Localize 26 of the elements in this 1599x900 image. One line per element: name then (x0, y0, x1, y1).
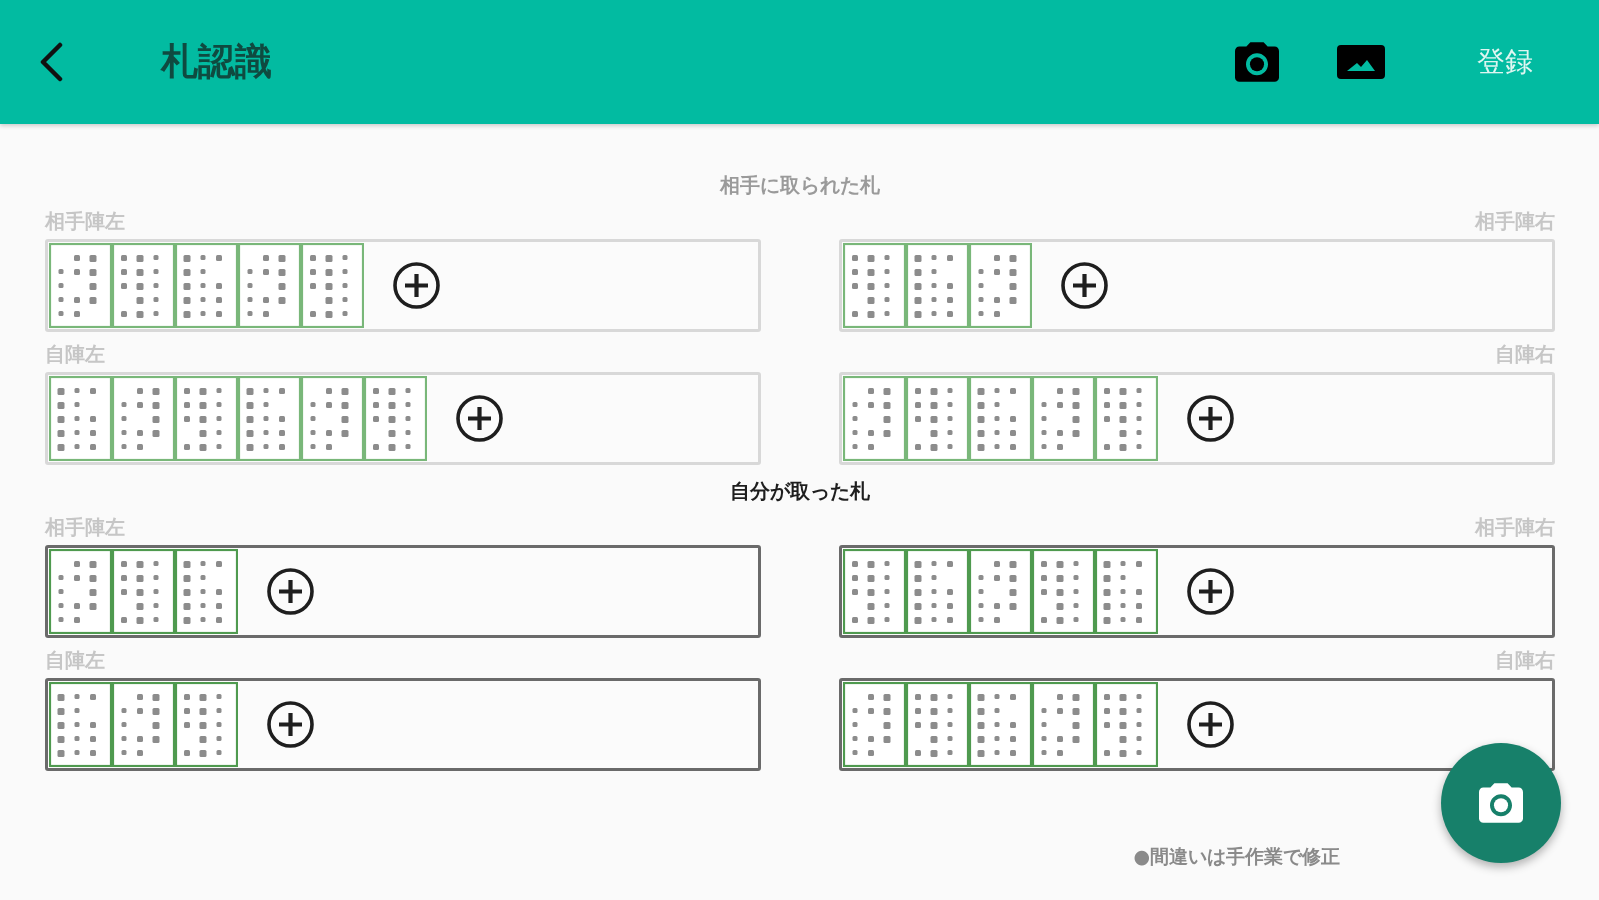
add-card-button[interactable] (456, 395, 503, 442)
plus-circle-icon (393, 262, 440, 309)
camera-icon (1479, 783, 1523, 823)
plus-circle-icon (456, 395, 503, 442)
camera-icon[interactable] (1235, 42, 1279, 82)
image-icon[interactable] (1337, 45, 1385, 79)
plus-circle-icon (267, 568, 314, 615)
screen-title: 札認識 (161, 39, 272, 85)
section-heading: 自分が取った札 (730, 479, 870, 503)
add-card-button[interactable] (267, 568, 314, 615)
plus-circle-icon (1187, 701, 1234, 748)
add-card-button[interactable] (1061, 262, 1108, 309)
add-card-button[interactable] (1187, 701, 1234, 748)
hint-text: ●間違いは手作業で修正 (1133, 844, 1340, 868)
section-heading: 相手に取られた札 (720, 173, 880, 197)
plus-circle-icon (1187, 395, 1234, 442)
register-button[interactable]: 登録 (1477, 45, 1533, 79)
plus-circle-icon (267, 701, 314, 748)
add-card-button[interactable] (1187, 395, 1234, 442)
add-card-button[interactable] (267, 701, 314, 748)
back-icon[interactable] (38, 42, 63, 82)
plus-circle-icon (1187, 568, 1234, 615)
add-card-button[interactable] (1187, 568, 1234, 615)
add-card-button[interactable] (393, 262, 440, 309)
plus-circle-icon (1061, 262, 1108, 309)
camera-fab[interactable] (1441, 743, 1561, 863)
